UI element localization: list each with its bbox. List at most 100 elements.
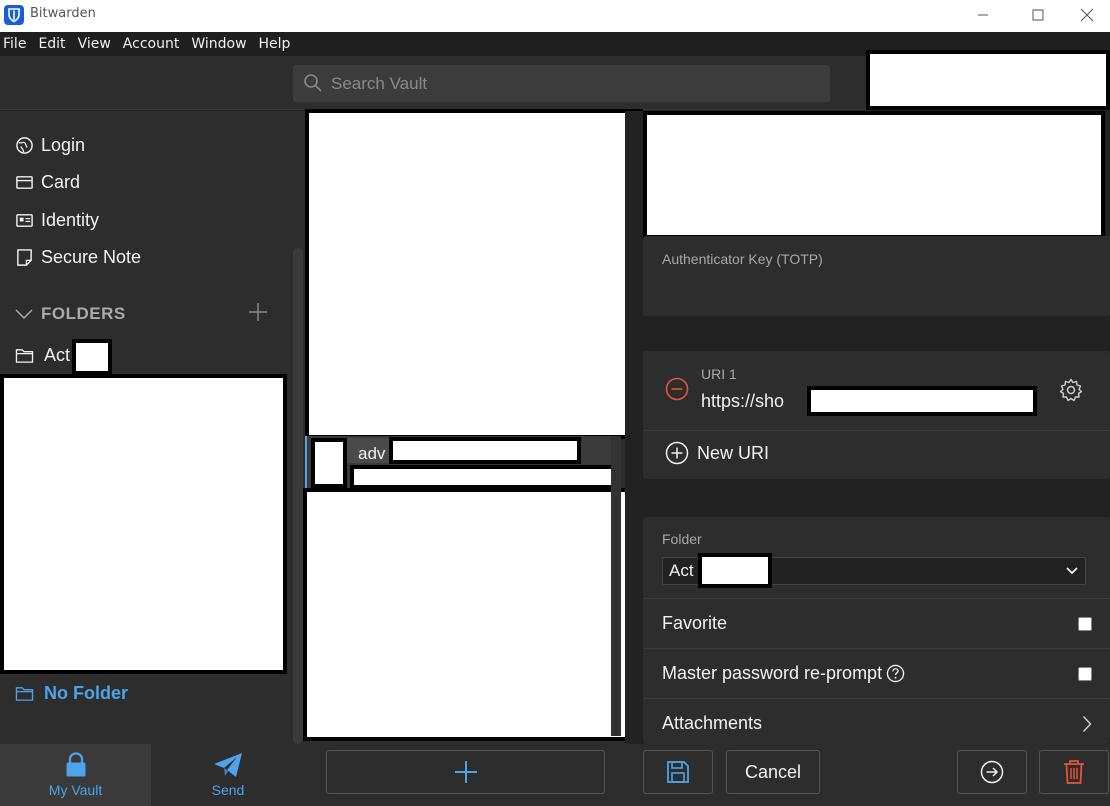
divider <box>643 430 1110 431</box>
trash-icon <box>1064 760 1084 784</box>
menu-window[interactable]: Window <box>187 36 254 52</box>
close-window-button[interactable] <box>1064 0 1110 30</box>
folders-heading[interactable]: FOLDERS <box>15 304 126 324</box>
reprompt-checkbox[interactable] <box>1078 666 1092 681</box>
plus-circle-icon <box>665 441 689 465</box>
favorite-label: Favorite <box>662 613 728 633</box>
sidebar-item-identity[interactable]: Identity <box>15 208 99 232</box>
list-scrollbar[interactable] <box>611 436 621 736</box>
nav-send-label: Send <box>211 782 245 798</box>
sidebar-item-card[interactable]: Card <box>15 170 80 194</box>
delete-button[interactable] <box>1039 750 1109 794</box>
options-section: Folder Act Favorite Master password re-p… <box>643 517 1110 744</box>
header <box>0 50 1110 110</box>
menu-view[interactable]: View <box>74 36 119 52</box>
redacted-uri <box>807 386 1037 416</box>
item-detail: Authenticator Key (TOTP) URI 1 https://s… <box>625 111 1110 744</box>
globe-icon <box>16 136 33 154</box>
credit-card-icon <box>16 175 33 189</box>
sidebar-item-label: Card <box>41 171 81 192</box>
menu-account[interactable]: Account <box>119 36 188 52</box>
add-folder-button[interactable] <box>247 301 269 323</box>
lock-icon <box>66 752 85 777</box>
nav-send[interactable]: Send <box>151 744 305 806</box>
folder-label: Act <box>44 345 71 365</box>
redacted-account-area <box>866 50 1110 110</box>
minimize-button[interactable] <box>960 0 1006 30</box>
totp-field[interactable]: Authenticator Key (TOTP) <box>643 236 1110 316</box>
favorite-row[interactable]: Favorite <box>643 598 1110 648</box>
redacted-item-title <box>389 437 581 464</box>
chevron-down-icon <box>15 309 33 320</box>
folder-field-label: Folder <box>662 531 702 547</box>
menu-edit[interactable]: Edit <box>34 36 73 52</box>
maximize-button[interactable] <box>1015 0 1061 30</box>
sidebar-item-login[interactable]: Login <box>15 133 85 157</box>
sidebar: Login Card Identity Secure Note FOLDERS … <box>0 111 305 744</box>
uri-settings-button[interactable] <box>1059 378 1083 406</box>
favorite-checkbox[interactable] <box>1078 616 1092 631</box>
search-input[interactable] <box>331 69 811 98</box>
bottom-navigation: My Vault Send <box>0 744 305 806</box>
attachments-row[interactable]: Attachments <box>643 698 1110 748</box>
redacted-list-items-lower <box>303 488 641 741</box>
reprompt-row[interactable]: Master password re-prompt <box>643 648 1110 698</box>
sidebar-item-label: Secure Note <box>41 246 142 267</box>
help-icon <box>886 664 905 683</box>
redacted-list-items <box>305 109 643 439</box>
floppy-disk-icon <box>667 761 689 783</box>
cancel-label: Cancel <box>744 761 802 782</box>
folder-select-value: Act <box>669 561 694 580</box>
new-uri-button[interactable]: New URI <box>665 441 769 465</box>
add-item-button[interactable] <box>326 750 605 794</box>
sidebar-folder-act[interactable]: Act <box>15 345 70 366</box>
reprompt-label: Master password re-prompt <box>662 663 883 683</box>
uri-input[interactable]: https://sho <box>701 391 784 412</box>
search-icon <box>303 73 323 97</box>
move-to-organization-button[interactable] <box>957 750 1027 794</box>
gear-icon <box>1059 378 1083 402</box>
search-box[interactable] <box>293 65 830 102</box>
menu-help[interactable]: Help <box>255 36 299 52</box>
nav-my-vault-label: My Vault <box>48 782 103 798</box>
plus-icon <box>249 303 267 321</box>
chevron-down-icon <box>1066 567 1078 575</box>
new-uri-label: New URI <box>697 442 770 463</box>
folder-icon <box>15 687 34 701</box>
remove-uri-button[interactable] <box>665 377 689 405</box>
detail-footer: Cancel <box>625 744 1110 806</box>
sticky-note-icon <box>17 248 32 266</box>
folder-icon <box>15 349 34 363</box>
arrow-circle-right-icon <box>980 760 1004 784</box>
redacted-folder-value <box>698 553 772 588</box>
folders-heading-label: FOLDERS <box>41 304 126 323</box>
bitwarden-logo-icon <box>4 5 24 25</box>
plus-icon <box>454 761 477 783</box>
uri-section: URI 1 https://sho New URI <box>643 351 1110 479</box>
minus-circle-icon <box>665 377 689 401</box>
redacted-folder-name <box>72 339 112 375</box>
cancel-button[interactable]: Cancel <box>726 750 820 794</box>
attachments-label: Attachments <box>662 713 763 733</box>
list-item-title: adv <box>358 444 386 463</box>
save-button[interactable] <box>643 750 713 794</box>
paper-plane-icon <box>214 753 242 777</box>
sidebar-item-secure-note[interactable]: Secure Note <box>15 245 141 269</box>
sidebar-item-label: Identity <box>41 209 100 230</box>
redacted-item-subtitle <box>350 465 618 489</box>
sidebar-item-label: Login <box>41 134 86 155</box>
menu-file[interactable]: File <box>0 36 34 52</box>
redacted-detail-top <box>643 111 1105 239</box>
item-list: adv <box>303 109 643 744</box>
redacted-item-icon <box>311 438 347 488</box>
redacted-folder-list <box>0 374 287 674</box>
sidebar-no-folder[interactable]: No Folder <box>15 683 128 704</box>
list-footer <box>305 744 625 806</box>
chevron-right-icon <box>1082 715 1092 732</box>
window-title: Bitwarden <box>30 6 96 21</box>
nav-my-vault[interactable]: My Vault <box>0 744 151 806</box>
no-folder-label: No Folder <box>44 683 128 703</box>
sidebar-scrollbar[interactable] <box>293 248 303 744</box>
list-item-selected[interactable]: adv <box>305 436 618 490</box>
uri-label: URI 1 <box>701 366 737 382</box>
